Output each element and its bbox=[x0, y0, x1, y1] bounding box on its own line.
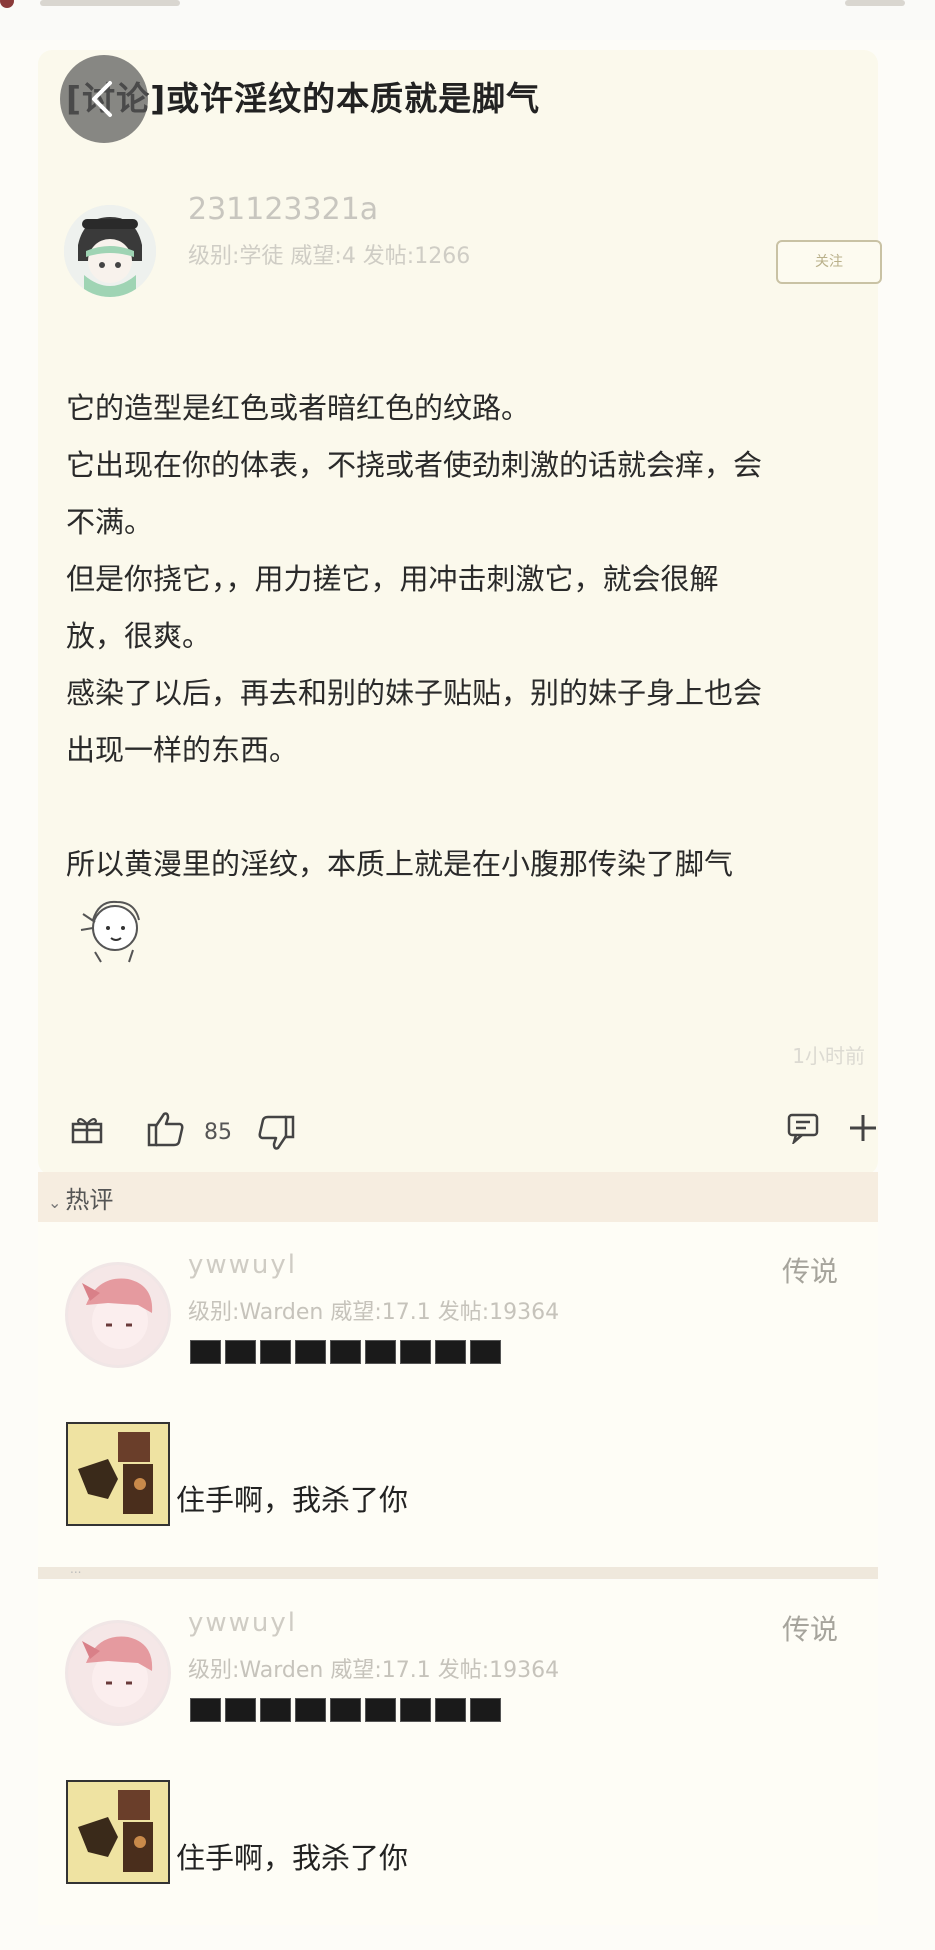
chevron-left-icon bbox=[92, 81, 112, 117]
badge-icon bbox=[295, 1698, 326, 1722]
commenter-avatar[interactable] bbox=[65, 1262, 171, 1368]
sticker-image bbox=[75, 890, 155, 974]
badge-icon bbox=[225, 1698, 256, 1722]
badge-icon bbox=[225, 1340, 256, 1364]
badge-icon bbox=[365, 1340, 396, 1364]
back-button[interactable] bbox=[60, 55, 148, 143]
comment-text: 住手啊，我杀了你 bbox=[176, 1841, 409, 1875]
commenter-avatar[interactable] bbox=[65, 1620, 171, 1726]
badge-icon bbox=[260, 1698, 291, 1722]
commenter-rank: 传说 bbox=[781, 1255, 838, 1288]
badge-icon bbox=[330, 1340, 361, 1364]
gift-icon[interactable] bbox=[70, 1112, 104, 1150]
badge-icon bbox=[190, 1698, 221, 1722]
badge-icon bbox=[435, 1340, 466, 1364]
badge-icon bbox=[435, 1698, 466, 1722]
comment-item: ywwuyl 级别:Warden 威望:17.1 发帖:19364 传说 住手啊… bbox=[38, 1222, 878, 1567]
badge-row bbox=[190, 1698, 501, 1722]
comment-divider bbox=[38, 1567, 878, 1579]
commenter-meta: 级别:Warden 威望:17.1 发帖:19364 bbox=[188, 1300, 560, 1325]
author-meta: 级别:学徒 威望:4 发帖:1266 bbox=[188, 244, 471, 269]
like-icon[interactable] bbox=[146, 1110, 186, 1152]
commenter-name[interactable]: ywwuyl bbox=[188, 1608, 297, 1638]
add-icon[interactable] bbox=[848, 1113, 878, 1147]
status-bar bbox=[0, 0, 935, 40]
chevron-down-icon: ⌄ bbox=[48, 1193, 62, 1212]
post-line: 放，很爽。 bbox=[66, 619, 212, 653]
author-avatar[interactable] bbox=[64, 205, 156, 297]
post-line: 不满。 bbox=[66, 505, 154, 539]
post-line: 但是你挠它，，用力搓它，用冲击刺激它，就会很解 bbox=[66, 562, 719, 596]
follow-button[interactable]: 关注 bbox=[776, 240, 882, 284]
dislike-icon[interactable] bbox=[256, 1114, 296, 1156]
comment-sticker bbox=[66, 1780, 170, 1884]
comment-item: ywwuyl 级别:Warden 威望:17.1 发帖:19364 传说 住手啊… bbox=[38, 1580, 878, 1925]
badge-icon bbox=[365, 1698, 396, 1722]
status-dot bbox=[0, 0, 14, 8]
comment-sticker bbox=[66, 1422, 170, 1526]
post-line: 出现一样的东西。 bbox=[66, 733, 299, 767]
badge-icon bbox=[400, 1698, 431, 1722]
status-blur bbox=[40, 0, 180, 6]
ghost-text: ... bbox=[70, 1562, 82, 1576]
commenter-meta: 级别:Warden 威望:17.1 发帖:19364 bbox=[188, 1658, 560, 1683]
post-line: 感染了以后，再去和别的妹子贴贴，别的妹子身上也会 bbox=[66, 676, 763, 710]
like-count: 85 bbox=[204, 1120, 232, 1145]
hot-comments-bar bbox=[38, 1172, 878, 1222]
commenter-name[interactable]: ywwuyl bbox=[188, 1250, 297, 1280]
badge-icon bbox=[400, 1340, 431, 1364]
comment-icon[interactable] bbox=[786, 1112, 820, 1148]
badge-icon bbox=[330, 1698, 361, 1722]
post-line-gap bbox=[66, 779, 886, 836]
badge-row bbox=[190, 1340, 501, 1364]
comment-text: 住手啊，我杀了你 bbox=[176, 1483, 409, 1517]
badge-icon bbox=[190, 1340, 221, 1364]
badge-icon bbox=[470, 1698, 501, 1722]
post-line: 它出现在你的体表，不挠或者使劲刺激的话就会痒，会 bbox=[66, 448, 763, 482]
badge-icon bbox=[295, 1340, 326, 1364]
post-line: 它的造型是红色或者暗红色的纹路。 bbox=[66, 391, 531, 425]
status-blur-right bbox=[845, 0, 905, 6]
badge-icon bbox=[260, 1340, 291, 1364]
badge-icon bbox=[470, 1340, 501, 1364]
hot-comments-toggle[interactable]: ⌄ 热评 bbox=[48, 1180, 113, 1215]
post-body: 它的造型是红色或者暗红色的纹路。 它出现在你的体表，不挠或者使劲刺激的话就会痒，… bbox=[66, 380, 886, 893]
author-name[interactable]: 231123321a bbox=[188, 192, 378, 227]
hot-comments-label: 热评 bbox=[65, 1186, 114, 1214]
commenter-rank: 传说 bbox=[781, 1613, 838, 1646]
post-line: 所以黄漫里的淫纹，本质上就是在小腹那传染了脚气 bbox=[66, 847, 734, 881]
post-time: 1小时前 bbox=[792, 1044, 865, 1068]
